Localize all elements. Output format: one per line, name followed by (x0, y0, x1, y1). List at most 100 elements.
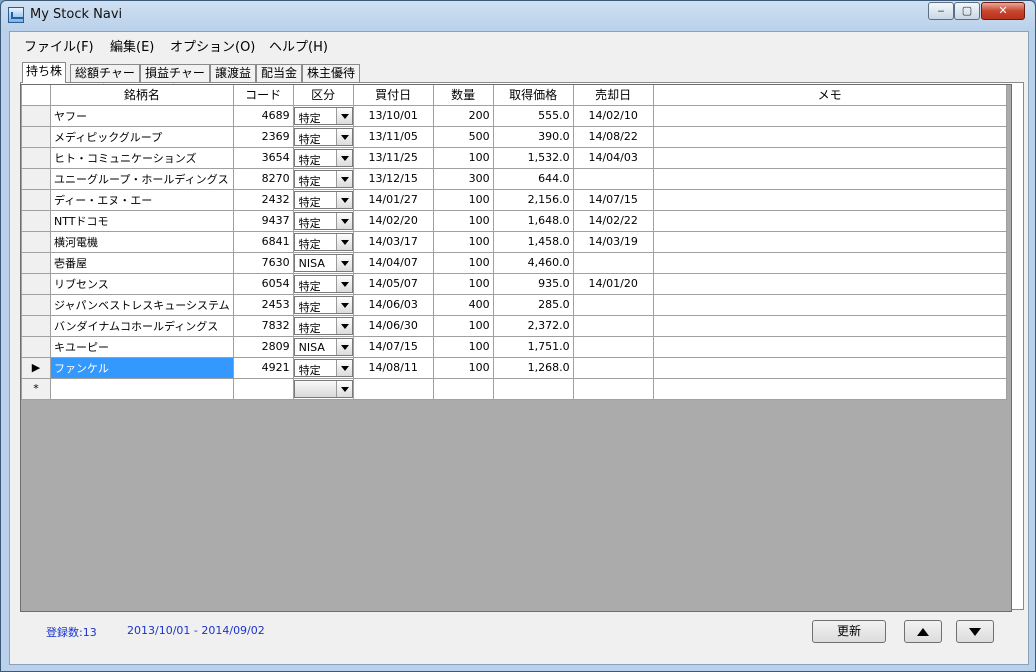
cell-buy-date[interactable]: 13/12/15 (352, 167, 434, 190)
cell-buy-date[interactable]: 14/06/03 (352, 293, 434, 316)
column-header-sell-date[interactable]: 売却日 (572, 85, 654, 106)
cell-memo[interactable] (652, 314, 1007, 337)
new-row-cell[interactable] (352, 377, 434, 400)
kubun-dropdown[interactable]: 特定 (294, 190, 353, 209)
cell-code[interactable]: 2453 (232, 293, 294, 316)
kubun-dropdown[interactable]: 特定 (294, 316, 353, 335)
column-header-name[interactable]: 銘柄名 (50, 85, 234, 106)
cell-buy-date[interactable]: 13/10/01 (352, 104, 434, 127)
cell-price[interactable]: 4,460.0 (492, 251, 574, 274)
cell-price[interactable]: 390.0 (492, 125, 574, 148)
tab-pnl-chart[interactable]: 損益チャート (140, 64, 210, 96)
kubun-dropdown[interactable]: 特定 (294, 232, 353, 251)
cell-quantity[interactable]: 100 (432, 314, 494, 337)
tab-holdings[interactable]: 持ち株 (22, 62, 66, 83)
cell-sell-date[interactable]: 14/02/10 (572, 104, 654, 127)
cell-buy-date[interactable]: 14/07/15 (352, 335, 434, 358)
cell-price[interactable]: 935.0 (492, 272, 574, 295)
menu-edit[interactable]: 編集(E) (110, 36, 154, 55)
new-row-cell[interactable] (432, 377, 494, 400)
table-row[interactable]: ヤフー 4689 特定 13/10/01 200 555.0 14/02/10 (21, 104, 1007, 127)
table-row[interactable]: ユニーグループ・ホールディングス 8270 特定 13/12/15 300 644.0 (21, 167, 1007, 190)
menu-help[interactable]: ヘルプ(H) (269, 36, 328, 55)
row-header[interactable] (21, 146, 51, 169)
new-row-cell[interactable] (292, 377, 354, 400)
cell-memo[interactable] (652, 293, 1007, 316)
menu-file[interactable]: ファイル(F) (24, 36, 94, 55)
cell-kubun[interactable]: 特定 (292, 188, 354, 211)
cell-code[interactable]: 3654 (232, 146, 294, 169)
table-row[interactable]: ヒト・コミュニケーションズ 3654 特定 13/11/25 100 1,532.0 14/… (21, 146, 1007, 169)
cell-quantity[interactable]: 500 (432, 125, 494, 148)
cell-name[interactable]: リブセンス (50, 272, 234, 295)
new-row-marker[interactable]: * (21, 377, 51, 400)
cell-memo[interactable] (652, 209, 1007, 232)
row-header[interactable]: ▶ (21, 356, 51, 379)
cell-buy-date[interactable]: 13/11/05 (352, 125, 434, 148)
kubun-dropdown[interactable]: 特定 (294, 148, 353, 167)
column-header-quantity[interactable]: 数量 (432, 85, 494, 106)
cell-kubun[interactable]: 特定 (292, 125, 354, 148)
column-header-price[interactable]: 取得価格 (492, 85, 574, 106)
kubun-dropdown[interactable]: 特定 (294, 358, 353, 377)
cell-buy-date[interactable]: 14/02/20 (352, 209, 434, 232)
cell-buy-date[interactable]: 14/03/17 (352, 230, 434, 253)
cell-buy-date[interactable]: 14/08/11 (352, 356, 434, 379)
cell-memo[interactable] (652, 146, 1007, 169)
table-row[interactable]: 壱番屋 7630 NISA 14/04/07 100 4,460.0 (21, 251, 1007, 274)
cell-price[interactable]: 555.0 (492, 104, 574, 127)
chevron-down-icon[interactable] (335, 149, 352, 166)
column-header-code[interactable]: コード (232, 85, 294, 106)
cell-quantity[interactable]: 100 (432, 209, 494, 232)
cell-code[interactable]: 8270 (232, 167, 294, 190)
menu-options[interactable]: オプション(O) (170, 36, 255, 55)
cell-memo[interactable] (652, 272, 1007, 295)
row-header[interactable] (21, 125, 51, 148)
cell-memo[interactable] (652, 104, 1007, 127)
row-header[interactable] (21, 314, 51, 337)
table-row[interactable]: ジャパンベストレスキューシステム 2453 特定 14/06/03 400 285.0 (21, 293, 1007, 316)
row-header[interactable] (21, 293, 51, 316)
chevron-down-icon[interactable] (335, 275, 352, 292)
cell-sell-date[interactable]: 14/01/20 (572, 272, 654, 295)
kubun-dropdown[interactable]: 特定 (294, 274, 353, 293)
cell-code[interactable]: 6054 (232, 272, 294, 295)
cell-quantity[interactable]: 100 (432, 230, 494, 253)
row-header[interactable] (21, 167, 51, 190)
cell-price[interactable]: 1,532.0 (492, 146, 574, 169)
cell-sell-date[interactable]: 14/08/22 (572, 125, 654, 148)
cell-quantity[interactable]: 100 (432, 188, 494, 211)
cell-price[interactable]: 644.0 (492, 167, 574, 190)
row-header[interactable] (21, 251, 51, 274)
cell-quantity[interactable]: 400 (432, 293, 494, 316)
cell-price[interactable]: 1,458.0 (492, 230, 574, 253)
minimize-button[interactable]: ‒ (928, 2, 954, 20)
cell-kubun[interactable]: 特定 (292, 104, 354, 127)
tab-dividend[interactable]: 配当金 (256, 64, 302, 82)
cell-name[interactable]: ヒト・コミュニケーションズ (50, 146, 234, 169)
table-row[interactable]: ディー・エヌ・エー 2432 特定 14/01/27 100 2,156.0 14/07/1… (21, 188, 1007, 211)
cell-name[interactable]: ヤフー (50, 104, 234, 127)
cell-memo[interactable] (652, 125, 1007, 148)
cell-name[interactable]: ユニーグループ・ホールディングス (50, 167, 234, 190)
cell-sell-date[interactable]: 14/07/15 (572, 188, 654, 211)
cell-kubun[interactable]: NISA (292, 335, 354, 358)
row-header[interactable] (21, 335, 51, 358)
cell-kubun[interactable]: 特定 (292, 356, 354, 379)
cell-kubun[interactable]: 特定 (292, 272, 354, 295)
table-row[interactable]: メディピックグループ 2369 特定 13/11/05 500 390.0 14/08/22 (21, 125, 1007, 148)
cell-quantity[interactable]: 200 (432, 104, 494, 127)
column-header-memo[interactable]: メモ (652, 85, 1007, 106)
cell-name[interactable]: キユーピー (50, 335, 234, 358)
cell-code[interactable]: 7832 (232, 314, 294, 337)
new-row-cell[interactable] (232, 377, 294, 400)
cell-name[interactable]: NTTドコモ (50, 209, 234, 232)
chevron-down-icon[interactable] (335, 254, 352, 271)
cell-code[interactable]: 6841 (232, 230, 294, 253)
move-down-button[interactable] (956, 620, 994, 643)
cell-kubun[interactable]: 特定 (292, 167, 354, 190)
row-header[interactable] (21, 272, 51, 295)
cell-buy-date[interactable]: 13/11/25 (352, 146, 434, 169)
tab-total-chart[interactable]: 総額チャート (70, 64, 140, 96)
cell-buy-date[interactable]: 14/01/27 (352, 188, 434, 211)
